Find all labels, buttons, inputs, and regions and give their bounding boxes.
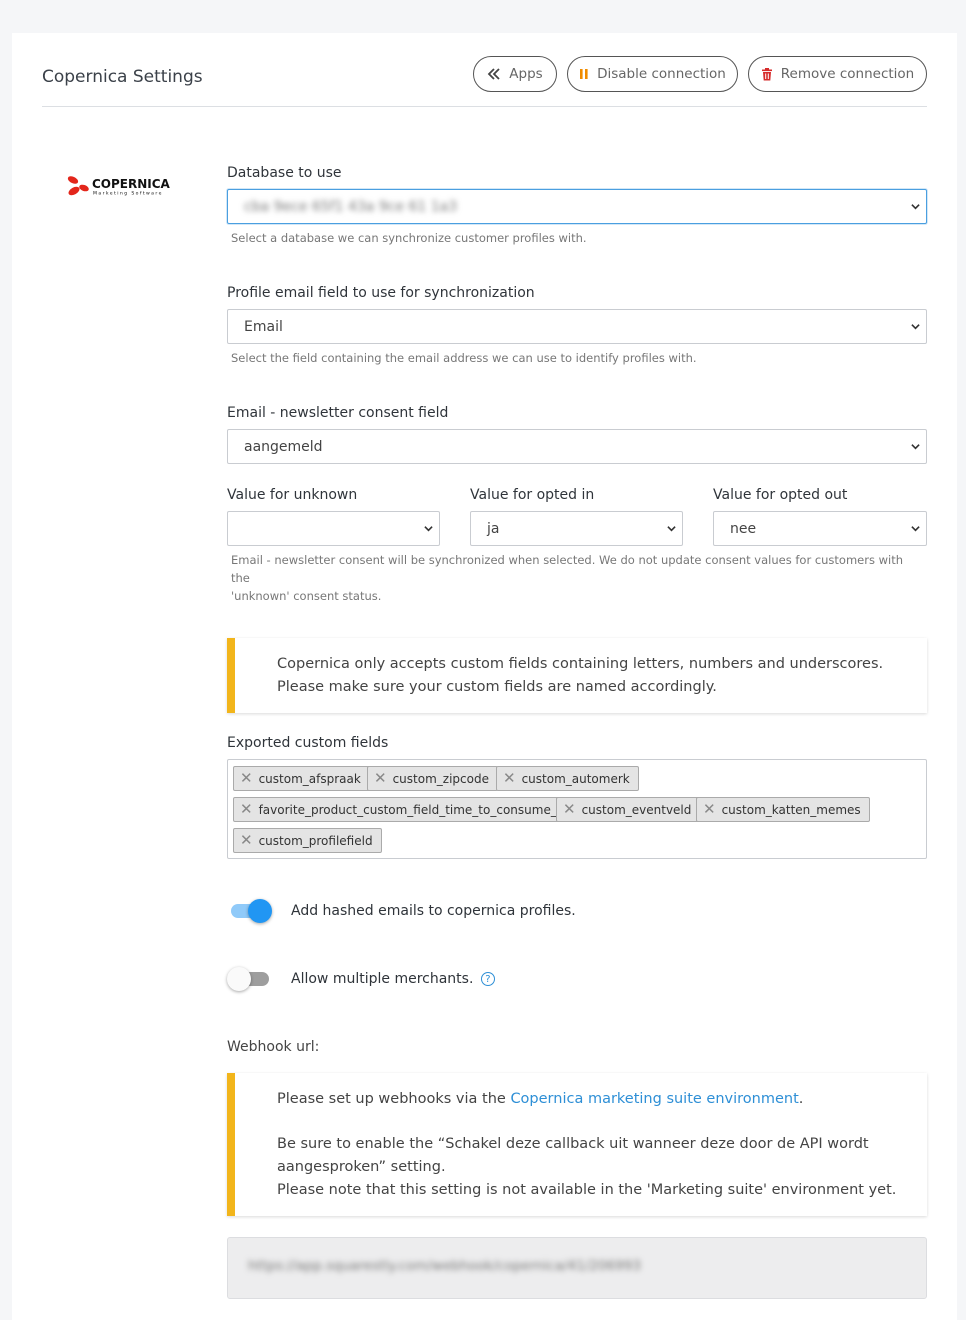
custom-field-tag: ✕ custom_zipcode <box>367 766 498 791</box>
value-opted-in-label: Value for opted in <box>470 487 595 503</box>
custom-field-tag: ✕ custom_eventveld <box>556 797 701 822</box>
chevron-down-icon <box>424 526 433 532</box>
webhook-notice-line-2a: Be sure to enable the “Schakel deze call… <box>277 1136 869 1152</box>
email-field-label: Profile email field to use for synchroni… <box>227 285 535 301</box>
page-header: Copernica Settings Apps Disable connecti… <box>42 55 927 107</box>
tag-label: custom_automerk <box>521 771 630 786</box>
custom-fields-label: Exported custom fields <box>227 735 389 751</box>
tag-label: favorite_product_custom_field_time_to_co… <box>258 802 565 817</box>
disable-connection-button[interactable]: Disable connection <box>567 56 738 92</box>
database-help: Select a database we can synchronize cus… <box>231 231 587 245</box>
logo-wordmark: COPERNICA <box>92 177 171 191</box>
value-opted-out-select[interactable]: nee <box>713 511 927 546</box>
custom-field-tag: ✕ custom_katten_memes <box>696 797 870 822</box>
chevron-down-icon <box>911 444 920 450</box>
page-title: Copernica Settings <box>42 67 203 87</box>
chevron-down-icon <box>911 324 920 330</box>
multiple-merchants-text: Allow multiple merchants. <box>291 971 474 987</box>
tag-label: custom_eventveld <box>581 802 692 817</box>
copernica-suite-link[interactable]: Copernica marketing suite environment <box>510 1091 798 1107</box>
chevron-down-icon <box>667 526 676 532</box>
trash-icon <box>761 67 773 81</box>
multiple-merchants-toggle[interactable] <box>227 965 271 991</box>
email-field-help: Select the field containing the email ad… <box>231 351 697 365</box>
double-chevron-left-icon <box>487 68 501 80</box>
database-select[interactable]: cba 9ece 65f1 43a 9ce 61 1a3 <box>227 189 927 224</box>
webhook-notice-line-1: Please set up webhooks via the Copernica… <box>277 1088 927 1111</box>
consent-field-label: Email - newsletter consent field <box>227 405 449 421</box>
custom-notice-line-1: Copernica only accepts custom fields con… <box>277 656 884 672</box>
custom-field-tag: ✕ custom_afspraak <box>233 766 370 791</box>
tag-label: custom_afspraak <box>258 771 361 786</box>
consent-help-line-2: 'unknown' consent status. <box>231 589 382 603</box>
close-icon[interactable]: ✕ <box>240 833 253 848</box>
tag-label: custom_zipcode <box>392 771 489 786</box>
value-opted-in-select[interactable]: ja <box>470 511 683 546</box>
custom-field-tag: ✕ custom_profilefield <box>233 828 382 853</box>
question-circle-icon[interactable]: ? <box>480 972 495 986</box>
apps-button[interactable]: Apps <box>473 56 557 92</box>
webhook-notice-line-2b: aangesproken” setting. <box>277 1159 446 1175</box>
database-select-value: cba 9ece 65f1 43a 9ce 61 1a3 <box>244 198 458 215</box>
settings-card: Copernica Settings Apps Disable connecti… <box>12 33 957 1320</box>
value-unknown-label: Value for unknown <box>227 487 358 503</box>
webhook-notice-line-3: Please note that this setting is not ava… <box>277 1182 897 1198</box>
webhook-url-field[interactable]: https://app.squarestly.com/webhook/coper… <box>227 1237 927 1299</box>
remove-connection-label: Remove connection <box>780 66 915 82</box>
disable-connection-label: Disable connection <box>597 66 726 82</box>
remove-connection-button[interactable]: Remove connection <box>748 56 927 92</box>
close-icon[interactable]: ✕ <box>374 771 387 786</box>
consent-help-line-1: Email - newsletter consent will be synch… <box>231 553 904 585</box>
apps-button-label: Apps <box>509 66 543 82</box>
email-field-select-value: Email <box>244 318 283 335</box>
consent-field-select[interactable]: aangemeld <box>227 429 927 464</box>
tag-label: custom_profilefield <box>258 833 373 848</box>
hashed-emails-toggle[interactable] <box>227 897 272 923</box>
webhook-label: Webhook url: <box>227 1039 320 1055</box>
value-opted-out-select-value: nee <box>730 520 757 537</box>
tag-label: custom_katten_memes <box>721 802 861 817</box>
webhook-notice: Please set up webhooks via the Copernica… <box>227 1073 927 1216</box>
custom-field-tag: ✕ favorite_product_custom_field_time_to_… <box>233 797 574 822</box>
close-icon[interactable]: ✕ <box>703 802 716 817</box>
custom-fields-notice: Copernica only accepts custom fields con… <box>227 638 927 713</box>
close-icon[interactable]: ✕ <box>240 802 253 817</box>
chevron-down-icon <box>911 526 920 532</box>
email-field-select[interactable]: Email <box>227 309 927 344</box>
value-opted-in-select-value: ja <box>487 520 500 537</box>
value-unknown-select[interactable] <box>227 511 440 546</box>
webhook-notice-prefix: Please set up webhooks via the <box>277 1091 511 1107</box>
consent-field-select-value: aangemeld <box>244 438 323 455</box>
value-opted-out-label: Value for opted out <box>713 487 848 503</box>
multiple-merchants-label: Allow multiple merchants. ? <box>291 971 495 987</box>
close-icon[interactable]: ✕ <box>503 771 516 786</box>
webhook-notice-suffix: . <box>798 1091 804 1107</box>
custom-field-tag: ✕ custom_automerk <box>496 766 639 791</box>
hashed-emails-label: Add hashed emails to copernica profiles. <box>291 903 576 919</box>
logo-tagline: Marketing Software <box>93 191 163 197</box>
database-label: Database to use <box>227 165 342 181</box>
copernica-logo: COPERNICA Marketing Software <box>66 174 192 200</box>
close-icon[interactable]: ✕ <box>240 771 253 786</box>
custom-fields-input[interactable]: ✕ custom_afspraak ✕ custom_zipcode ✕ cus… <box>227 759 927 859</box>
pause-icon <box>579 68 589 80</box>
consent-help: Email - newsletter consent will be synch… <box>231 551 921 605</box>
custom-notice-line-2: Please make sure your custom fields are … <box>277 679 717 695</box>
chevron-down-icon <box>911 204 920 210</box>
webhook-url-value: https://app.squarestly.com/webhook/coper… <box>248 1258 641 1274</box>
close-icon[interactable]: ✕ <box>563 802 576 817</box>
